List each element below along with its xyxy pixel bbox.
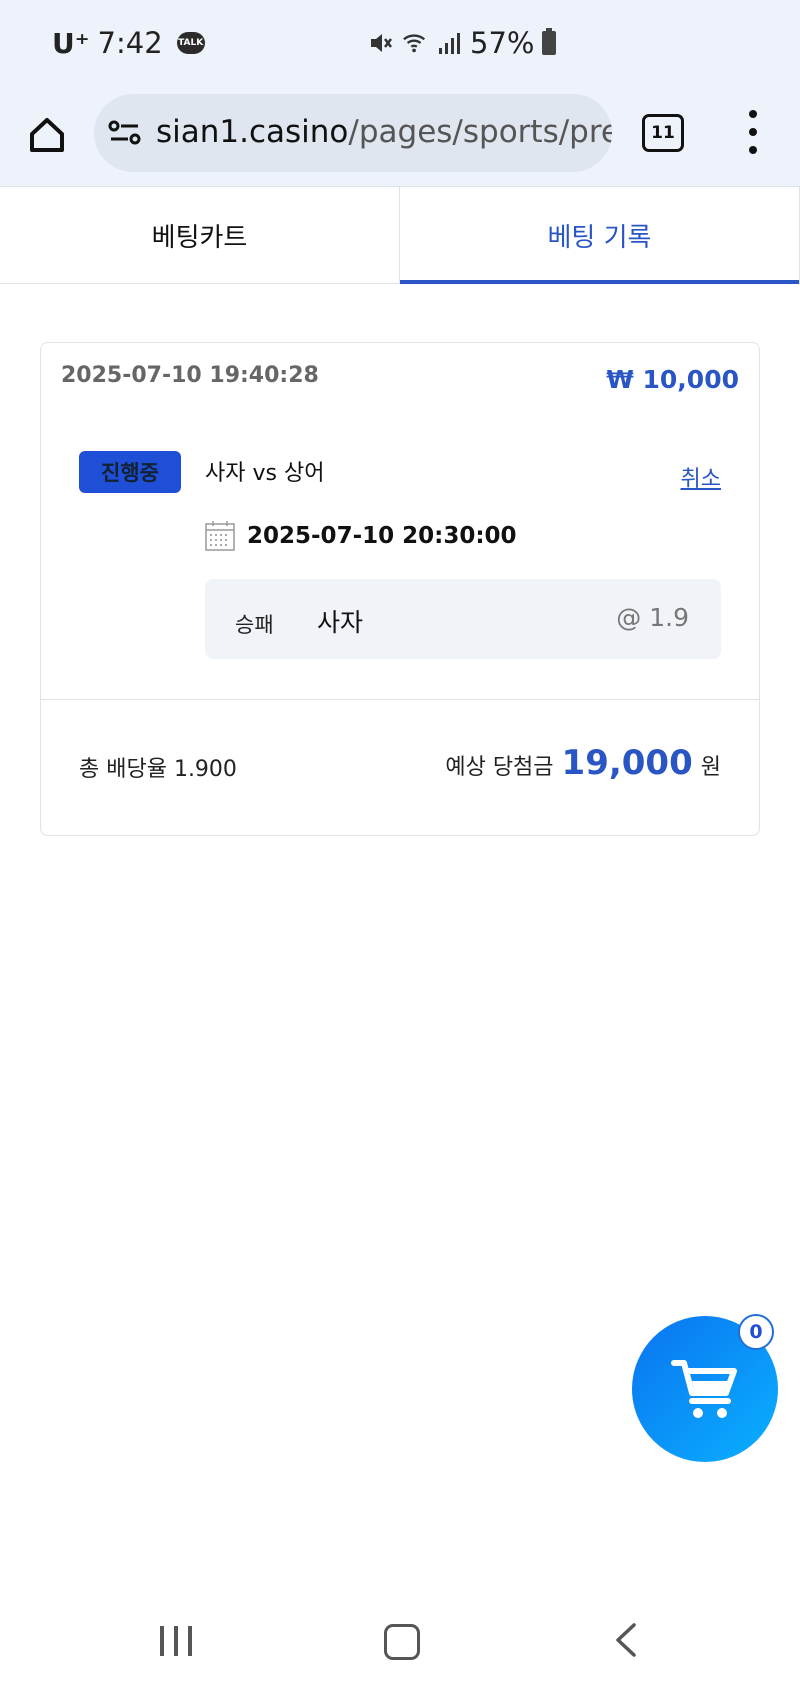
status-bar: U⁺ 7:42 TALK 57% (0, 0, 800, 92)
market-label: 승패 (235, 613, 274, 637)
tab-bet-history[interactable]: 베팅 기록 (400, 187, 800, 284)
system-nav-bar (0, 1600, 800, 1689)
bet-placed-time: 2025-07-10 19:40:28 (61, 363, 319, 388)
total-odds: 총 배당율 1.900 (79, 757, 237, 782)
selection-odds: @ 1.9 (616, 603, 689, 632)
card-divider (41, 699, 759, 700)
clock: 7:42 (97, 26, 163, 60)
tab-switcher-button[interactable]: 11 (642, 114, 684, 152)
url-text: sian1.casino/pages/sports/pre (156, 114, 612, 150)
status-badge: 진행중 (79, 451, 181, 493)
recents-button[interactable] (160, 1626, 192, 1656)
url-domain: sian1.casino (156, 114, 349, 150)
url-path: /pages/sports/pre (348, 114, 612, 150)
site-settings-icon[interactable] (108, 118, 142, 148)
bet-card: 2025-07-10 19:40:28 ₩ 10,000 진행중 사자 vs 상… (40, 342, 760, 836)
wifi-icon (402, 30, 428, 56)
expected-payout: 예상 당첨금 19,000 원 (445, 743, 721, 783)
carrier-label: U⁺ (52, 26, 90, 60)
nav-home-button[interactable] (384, 1624, 420, 1660)
kakaotalk-icon: TALK (176, 32, 205, 54)
battery-percent: 57% (470, 26, 535, 60)
home-icon (30, 118, 64, 152)
bet-stake: ₩ 10,000 (606, 365, 739, 394)
battery-icon (542, 28, 557, 55)
calendar-icon (205, 521, 235, 551)
mute-icon (368, 30, 394, 56)
status-right: 57% (368, 26, 557, 60)
status-left: U⁺ 7:42 TALK (52, 26, 205, 60)
browser-toolbar: sian1.casino/pages/sports/pre 11 (0, 92, 800, 186)
address-bar[interactable]: sian1.casino/pages/sports/pre (94, 94, 612, 172)
back-icon[interactable] (612, 1622, 640, 1658)
bet-tabs: 베팅카트 베팅 기록 (0, 186, 800, 284)
payout-unit: 원 (700, 755, 721, 780)
cart-icon (671, 1360, 737, 1418)
selection-label: 사자 (317, 608, 364, 637)
cancel-bet-link[interactable]: 취소 (681, 461, 721, 493)
payout-amount: 19,000 (561, 743, 693, 783)
bet-selection-box: 승패 사자 @ 1.9 (205, 579, 721, 659)
match-start-time: 2025-07-10 20:30:00 (247, 523, 517, 549)
payout-label: 예상 당첨금 (445, 755, 554, 780)
match-name: 사자 vs 상어 (205, 461, 325, 486)
more-menu-icon[interactable] (738, 110, 768, 154)
home-button[interactable] (22, 110, 72, 160)
tab-bet-cart[interactable]: 베팅카트 (0, 187, 400, 283)
signal-icon (436, 30, 462, 56)
cart-count-badge: 0 (738, 1314, 774, 1350)
